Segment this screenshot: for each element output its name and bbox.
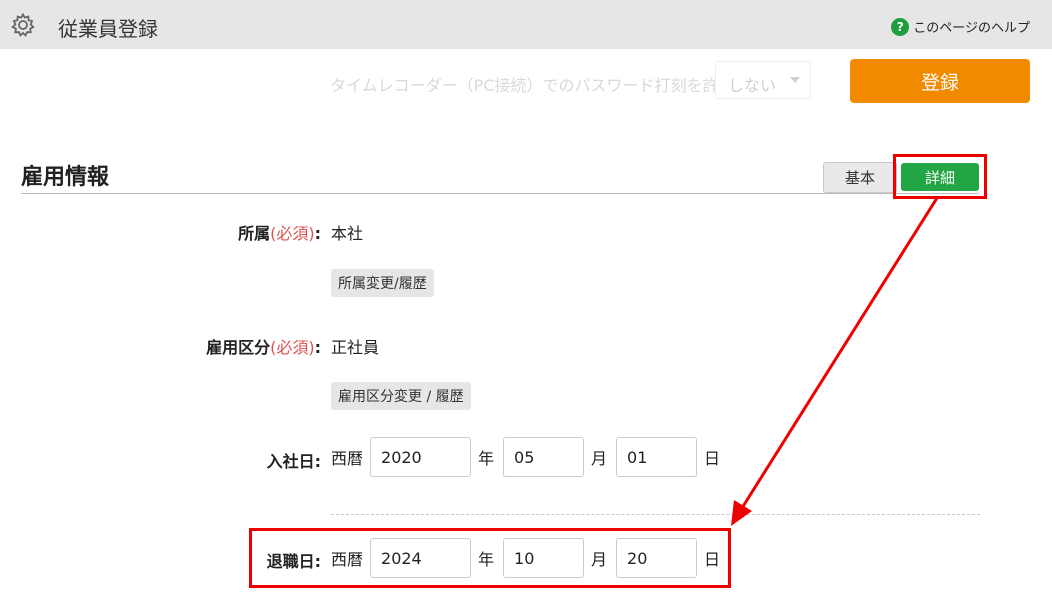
hire-year-input[interactable] — [370, 437, 472, 477]
required-marker: (必須) — [270, 338, 315, 357]
year-unit: 年 — [478, 449, 495, 468]
required-marker: (必須) — [270, 224, 315, 243]
chevron-down-icon — [790, 77, 800, 83]
hire-era-label: 西暦 — [331, 449, 364, 468]
help-icon: ? — [891, 17, 910, 36]
timerecorder-password-label: タイムレコーダー（PC接続）でのパスワード打刻を許可 — [330, 76, 735, 95]
month-unit: 月 — [591, 449, 608, 468]
gear-icon[interactable] — [10, 12, 36, 38]
timerecorder-password-value: しない — [728, 76, 777, 95]
hire-day-input[interactable] — [616, 437, 698, 477]
dashed-divider — [331, 514, 980, 515]
register-button[interactable]: 登録 — [850, 59, 1030, 103]
section-title: 雇用情報 — [21, 165, 110, 190]
help-link-label: このページのヘルプ — [913, 21, 1030, 36]
affiliation-label: 所属(必須): — [238, 224, 321, 243]
employment-type-value: 正社員 — [331, 338, 380, 357]
employment-type-history-button[interactable]: 雇用区分変更 / 履歴 — [331, 382, 471, 410]
employment-type-label: 雇用区分(必須): — [206, 338, 321, 357]
day-unit: 日 — [704, 449, 721, 468]
highlight-box-detail-tab — [893, 154, 987, 199]
hire-date-label: 入社日: — [266, 452, 321, 471]
affiliation-value: 本社 — [331, 224, 364, 243]
hire-month-input[interactable] — [503, 437, 585, 477]
page-header: 従業員登録 ? このページのヘルプ — [0, 0, 1052, 49]
highlight-box-retire-date — [249, 528, 731, 588]
help-link[interactable]: ? このページのヘルプ — [891, 17, 1030, 36]
page-title: 従業員登録 — [58, 17, 158, 41]
section-divider — [21, 193, 978, 194]
timerecorder-password-select[interactable]: しない — [715, 61, 811, 99]
hire-date-row: 西暦 年 月 日 — [331, 437, 720, 477]
affiliation-history-button[interactable]: 所属変更/履歴 — [331, 269, 434, 297]
tab-basic[interactable]: 基本 — [823, 162, 897, 193]
